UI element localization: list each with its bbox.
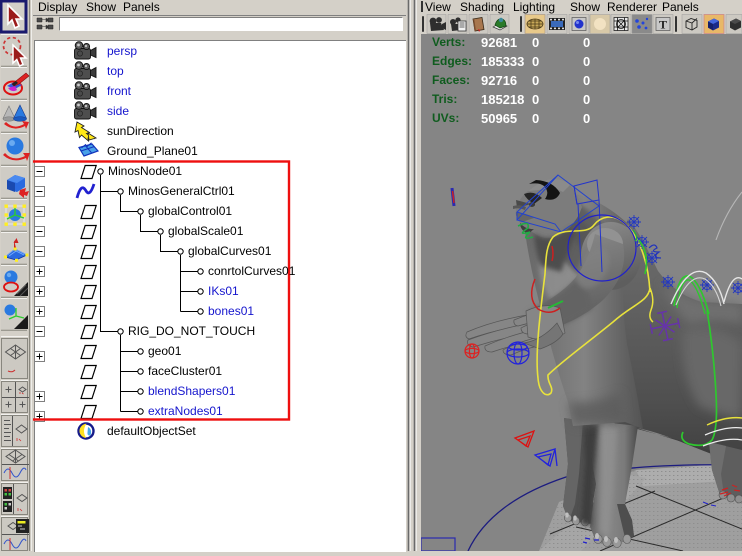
svg-text:T: T <box>659 18 667 32</box>
